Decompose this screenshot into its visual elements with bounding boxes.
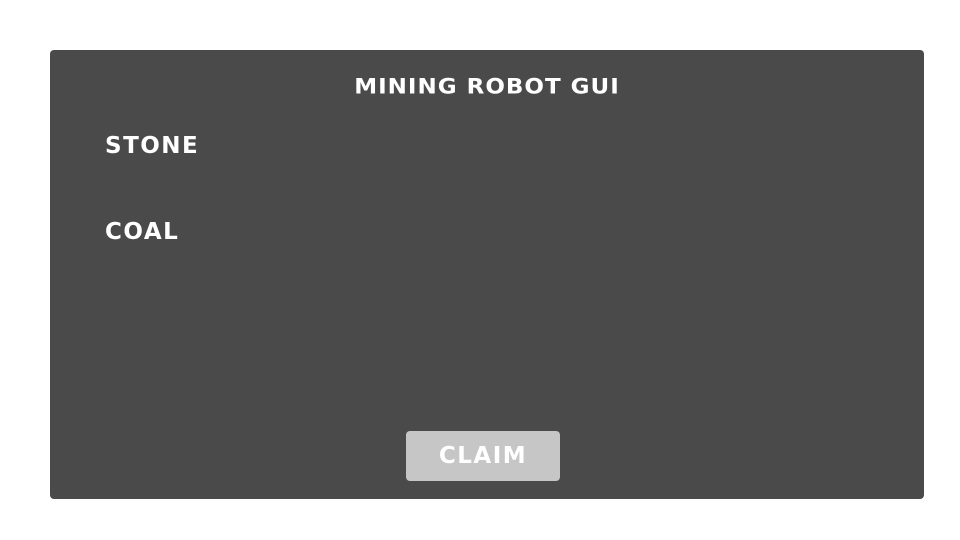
mining-robot-panel: MINING ROBOT GUI STONE COAL CLAIM <box>50 50 924 499</box>
panel-title: MINING ROBOT GUI <box>354 75 620 99</box>
resource-label-stone: STONE <box>105 133 200 159</box>
resource-label-coal: COAL <box>105 219 180 245</box>
claim-button[interactable]: CLAIM <box>406 431 560 481</box>
